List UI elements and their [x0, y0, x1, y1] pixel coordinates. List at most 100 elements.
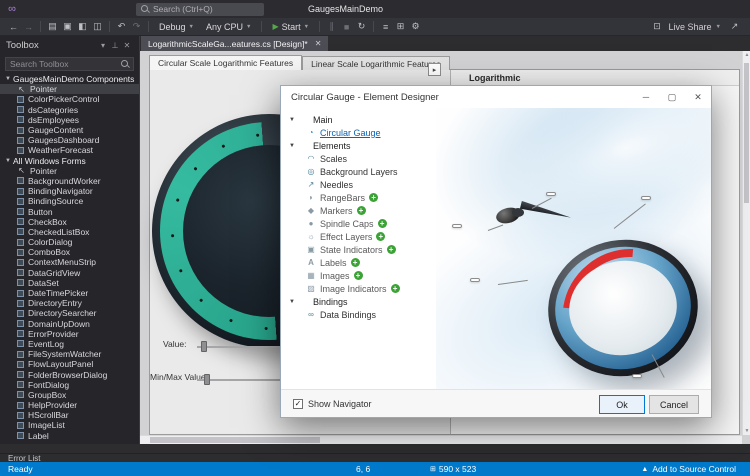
horizontal-scrollbar-thumb[interactable] [150, 437, 320, 443]
dialog-titlebar[interactable]: Circular Gauge - Element Designer ─ ▢ ✕ [281, 86, 711, 108]
quick-search-input[interactable]: Search (Ctrl+Q) [136, 3, 264, 16]
tree-row[interactable]: ▼ Circular Gauge [281, 126, 436, 139]
solution-configuration-dropdown[interactable]: Debug▼ [153, 22, 200, 32]
checkbox-checked-icon[interactable] [293, 399, 303, 409]
tree-row[interactable]: ▼ Images [281, 269, 436, 282]
close-icon[interactable]: ✕ [685, 87, 711, 108]
toolbox-row[interactable]: ▼ BackgroundWorker [0, 176, 139, 186]
toolbox-row[interactable]: ▼ GaugeContent [0, 125, 139, 135]
toolbox-row[interactable]: ▼ Pointer [0, 84, 139, 94]
toolbox-row[interactable]: ▼ ColorDialog [0, 237, 139, 247]
maximize-icon[interactable]: ▢ [659, 87, 685, 108]
horizontal-scrollbar[interactable] [140, 435, 742, 444]
tree-row[interactable]: ▼ Markers [281, 204, 436, 217]
toolbox-row[interactable]: ▼ DataGridView [0, 268, 139, 278]
start-debug-button[interactable]: ▶ Start▼ [266, 22, 315, 32]
live-share-button[interactable]: ⊡ Live Share ▼ [650, 21, 721, 32]
toolbox-row[interactable]: ▼ dsEmployees [0, 115, 139, 125]
scroll-down-icon[interactable]: ▼ [743, 428, 750, 434]
value-slider-track[interactable] [197, 346, 281, 348]
toolbox-row[interactable]: ▼ Pointer [0, 166, 139, 176]
minimize-icon[interactable]: ─ [633, 87, 659, 108]
toolbox-row[interactable]: ▼ FolderBrowserDialog [0, 369, 139, 379]
value-slider-thumb[interactable] [201, 341, 207, 352]
toolbox-row[interactable]: ▼ FlowLayoutPanel [0, 359, 139, 369]
add-element-icon[interactable] [354, 271, 363, 280]
tree-row[interactable]: ▼ State Indicators [281, 243, 436, 256]
cancel-button[interactable]: Cancel [649, 395, 699, 414]
toolbox-row[interactable]: ▼ ContextMenuStrip [0, 257, 139, 267]
document-tab[interactable]: LogarithmicScaleGa...eatures.cs [Design]… [141, 36, 328, 51]
save-all-icon[interactable]: ◫ [90, 21, 105, 32]
redo-icon[interactable]: ↷ [129, 21, 144, 32]
tree-row[interactable]: ▼ Bindings [281, 295, 436, 308]
smart-tag-button[interactable]: ▸ [428, 63, 441, 76]
stop-icon[interactable]: ■ [339, 22, 354, 32]
tree-row[interactable]: ▼ Elements [281, 139, 436, 152]
demo-options-header[interactable]: Logarithmic [451, 70, 739, 86]
tree-row[interactable]: ▼ Main [281, 113, 436, 126]
toolbox-row[interactable]: ▼ ComboBox [0, 247, 139, 257]
tree-row[interactable]: ▼ Effect Layers [281, 230, 436, 243]
tree-row[interactable]: ▼ Data Bindings [281, 308, 436, 321]
tree-row[interactable]: ▼ RangeBars [281, 191, 436, 204]
toolbox-row[interactable]: ▼ DateTimePicker [0, 288, 139, 298]
toolbox-row[interactable]: ▼ DataSet [0, 278, 139, 288]
add-element-icon[interactable] [357, 206, 366, 215]
toolbox-row[interactable]: ▼ CheckedListBox [0, 227, 139, 237]
toolbox-search-input[interactable]: Search Toolbox [5, 57, 134, 71]
tree-row[interactable]: ▼ Background Layers [281, 165, 436, 178]
toolbox-row[interactable]: ▼ ImageList [0, 420, 139, 430]
tree-row[interactable]: ▼ Spindle Caps [281, 217, 436, 230]
add-element-icon[interactable] [351, 258, 360, 267]
toolbox-row[interactable]: ▼ All Windows Forms [0, 156, 139, 166]
tree-row[interactable]: ▼ Labels [281, 256, 436, 269]
toolbox-row[interactable]: ▼ DomainUpDown [0, 319, 139, 329]
vertical-scrollbar-thumb[interactable] [744, 63, 749, 203]
options-gear-icon[interactable]: ⚙ [408, 21, 423, 32]
ok-button[interactable]: Ok [599, 395, 645, 414]
open-file-icon[interactable]: ▣ [60, 21, 75, 32]
tree-row[interactable]: ▼ Needles [281, 178, 436, 191]
toolbox-row[interactable]: ▼ Label [0, 431, 139, 441]
toolbox-row[interactable]: ▼ HScrollBar [0, 410, 139, 420]
add-element-icon[interactable] [376, 232, 385, 241]
toolbox-row[interactable]: ▼ FileSystemWatcher [0, 349, 139, 359]
tree-row[interactable]: ▼ Image Indicators [281, 282, 436, 295]
add-element-icon[interactable] [391, 284, 400, 293]
toolbox-row[interactable]: ▼ FontDialog [0, 380, 139, 390]
vertical-scrollbar[interactable]: ▲ ▼ [742, 51, 750, 435]
add-element-icon[interactable] [369, 193, 378, 202]
add-element-icon[interactable] [387, 245, 396, 254]
save-icon[interactable]: ◧ [75, 21, 90, 32]
navigate-forward-icon[interactable]: → [21, 22, 36, 32]
add-element-icon[interactable] [378, 219, 387, 228]
toolbox-row[interactable]: ▼ DirectoryEntry [0, 298, 139, 308]
solution-platform-dropdown[interactable]: Any CPU▼ [200, 22, 257, 32]
close-icon[interactable] [315, 39, 322, 48]
minmax-slider-thumb[interactable] [204, 374, 210, 385]
toolbox-row[interactable]: ▼ ErrorProvider [0, 329, 139, 339]
add-to-source-control-button[interactable]: ▲ Add to Source Control [641, 464, 736, 474]
design-tab[interactable]: Circular Scale Logarithmic Features [149, 55, 302, 70]
chevron-down-icon[interactable]: ▾ [97, 41, 109, 50]
toolbox-row[interactable]: ▼ WeatherForecast [0, 145, 139, 155]
break-all-icon[interactable]: ∥ [324, 21, 339, 32]
new-file-icon[interactable]: ▤ [45, 21, 60, 32]
toolbox-row[interactable]: ▼ EventLog [0, 339, 139, 349]
toolbox-row[interactable]: ▼ CheckBox [0, 217, 139, 227]
toolbox-row[interactable]: ▼ GroupBox [0, 390, 139, 400]
toolbox-row[interactable]: ▼ dsCategories [0, 105, 139, 115]
toolbox-row[interactable]: ▼ DirectorySearcher [0, 308, 139, 318]
toolbox-row[interactable]: ▼ Button [0, 206, 139, 216]
restart-icon[interactable]: ↻ [354, 21, 369, 32]
command-window-icon[interactable]: ⊞ [393, 21, 408, 32]
toolbox-row[interactable]: ▼ GaugesMainDemo Components [0, 74, 139, 84]
scroll-up-icon[interactable]: ▲ [743, 52, 750, 58]
show-navigator-checkbox[interactable]: Show Navigator [293, 399, 372, 409]
close-icon[interactable]: ✕ [121, 41, 133, 50]
toolbox-row[interactable]: ▼ GaugesDashboard [0, 135, 139, 145]
toolbox-row[interactable]: ▼ ColorPickerControl [0, 94, 139, 104]
find-in-files-icon[interactable]: ≡ [378, 22, 393, 32]
toolbox-row[interactable]: ▼ BindingNavigator [0, 186, 139, 196]
